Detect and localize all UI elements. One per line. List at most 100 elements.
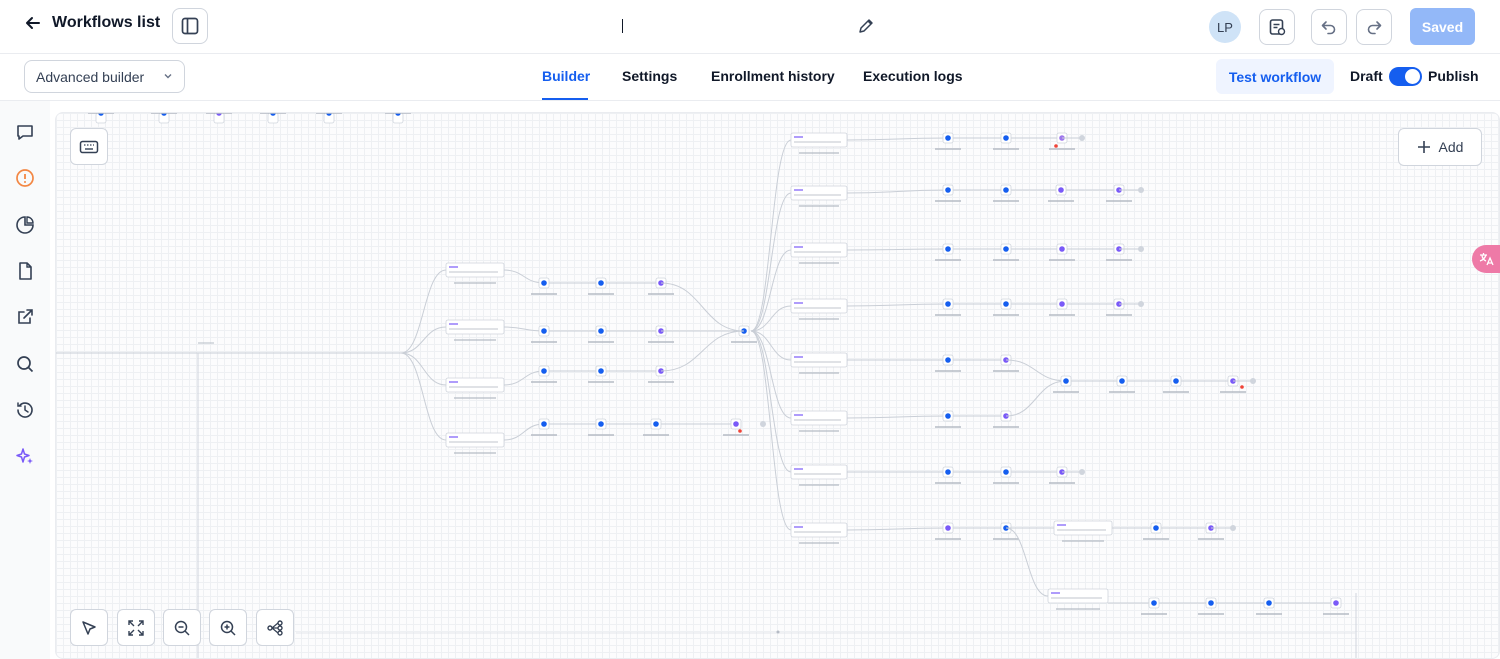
- action-node-icon: [598, 421, 604, 427]
- sidebar-panel-icon: [181, 17, 199, 35]
- undo-button[interactable]: [1311, 9, 1347, 45]
- action-node-icon: [1003, 135, 1009, 141]
- action-node-icon: [1063, 378, 1069, 384]
- end-node: [1230, 525, 1236, 531]
- back-to-workflows-link[interactable]: Workflows list: [24, 14, 160, 32]
- alert-icon[interactable]: [14, 167, 36, 189]
- connector-line: [846, 303, 949, 307]
- condition-box: [790, 298, 848, 314]
- end-node: [1079, 469, 1085, 475]
- user-avatar[interactable]: LP: [1209, 11, 1241, 43]
- cursor-icon: [82, 620, 96, 635]
- action-node-icon: [598, 280, 604, 286]
- tab-execution-logs[interactable]: Execution logs: [863, 68, 963, 84]
- condition-box: [790, 132, 848, 148]
- translate-icon: [1479, 253, 1494, 266]
- action-node-icon: [945, 357, 951, 363]
- translate-widget-button[interactable]: [1472, 245, 1500, 273]
- action-node-icon: [945, 187, 951, 193]
- action-node-icon: [1003, 187, 1009, 193]
- condition-box: [445, 262, 505, 278]
- zoom-in-icon: [220, 620, 236, 636]
- action-node-icon: [733, 421, 739, 427]
- end-node: [1250, 378, 1256, 384]
- toggle-sidebar-button[interactable]: [172, 8, 208, 44]
- test-workflow-button[interactable]: Test workflow: [1216, 59, 1334, 94]
- action-node-icon: [1266, 600, 1272, 606]
- sparkles-icon[interactable]: [14, 446, 36, 468]
- builder-toolbar: Advanced builder Builder Settings Enroll…: [0, 54, 1500, 101]
- action-node-icon: [541, 421, 547, 427]
- builder-mode-value: Advanced builder: [36, 68, 145, 85]
- plus-icon: [1417, 141, 1430, 153]
- save-button[interactable]: Saved: [1410, 8, 1475, 45]
- add-label: Add: [1438, 139, 1464, 155]
- chart-icon[interactable]: [14, 214, 36, 236]
- add-step-button[interactable]: Add: [1398, 128, 1482, 166]
- connector-line: [846, 527, 949, 531]
- flow-tree-icon: [267, 619, 283, 636]
- condition-box: [790, 185, 848, 201]
- workflow-notes-button[interactable]: [1259, 9, 1295, 45]
- toggle-knob: [1405, 69, 1420, 84]
- error-indicator: [1054, 144, 1058, 148]
- action-node-icon: [1208, 600, 1214, 606]
- builder-mode-select[interactable]: Advanced builder: [24, 60, 185, 93]
- connector-line: [660, 282, 745, 332]
- connector-line: [750, 192, 792, 332]
- zoom-in-button[interactable]: [209, 609, 247, 646]
- zoom-out-icon: [174, 620, 190, 636]
- condition-box: [790, 242, 848, 258]
- redo-button[interactable]: [1356, 9, 1392, 45]
- error-indicator: [738, 429, 742, 433]
- publish-toggle[interactable]: [1389, 67, 1422, 86]
- action-node-icon: [541, 280, 547, 286]
- connector-line: [400, 326, 447, 354]
- tab-settings[interactable]: Settings: [622, 68, 677, 84]
- action-node-icon: [1173, 378, 1179, 384]
- auto-layout-button[interactable]: [256, 609, 294, 646]
- history-icon[interactable]: [14, 399, 36, 421]
- end-node: [1079, 135, 1085, 141]
- connector-line: [1005, 527, 1049, 597]
- end-node: [1138, 187, 1144, 193]
- connector-line: [750, 330, 792, 473]
- zoom-out-button[interactable]: [163, 609, 201, 646]
- fit-view-button[interactable]: [117, 609, 155, 646]
- action-node-icon: [945, 301, 951, 307]
- action-node-icon: [1003, 469, 1009, 475]
- workflow-canvas[interactable]: Add: [55, 112, 1500, 659]
- redo-icon: [1367, 21, 1382, 35]
- select-tool-button[interactable]: [70, 609, 108, 646]
- chevron-down-icon: [164, 74, 172, 79]
- arrow-left-icon: [26, 17, 40, 29]
- workflow-title-input[interactable]: [622, 19, 623, 33]
- keyboard-shortcuts-button[interactable]: [70, 128, 108, 165]
- condition-box: [445, 319, 505, 335]
- action-node-icon: [598, 368, 604, 374]
- connector-line: [846, 189, 949, 194]
- connector-line: [400, 352, 447, 386]
- action-node-icon: [1003, 246, 1009, 252]
- condition-box: [790, 522, 848, 538]
- chat-icon[interactable]: [14, 121, 36, 143]
- left-sidebar: [0, 101, 50, 659]
- search-icon[interactable]: [14, 353, 36, 375]
- action-node-icon: [945, 246, 951, 252]
- tab-enrollment-history[interactable]: Enrollment history: [711, 68, 835, 84]
- connector-line: [503, 326, 545, 332]
- edit-title-icon[interactable]: [858, 18, 874, 34]
- action-node-icon: [653, 421, 659, 427]
- connector-line: [400, 352, 447, 441]
- end-node: [760, 421, 766, 427]
- undo-icon: [1321, 21, 1336, 35]
- fit-screen-icon: [128, 619, 144, 636]
- document-icon[interactable]: [14, 260, 36, 282]
- action-node-icon: [1333, 600, 1339, 606]
- draft-label: Draft: [1350, 68, 1383, 84]
- condition-box: [790, 410, 848, 426]
- publish-label: Publish: [1428, 68, 1479, 84]
- external-link-icon[interactable]: [14, 306, 36, 328]
- tab-builder[interactable]: Builder: [542, 68, 590, 84]
- workflow-graph: [56, 113, 1357, 658]
